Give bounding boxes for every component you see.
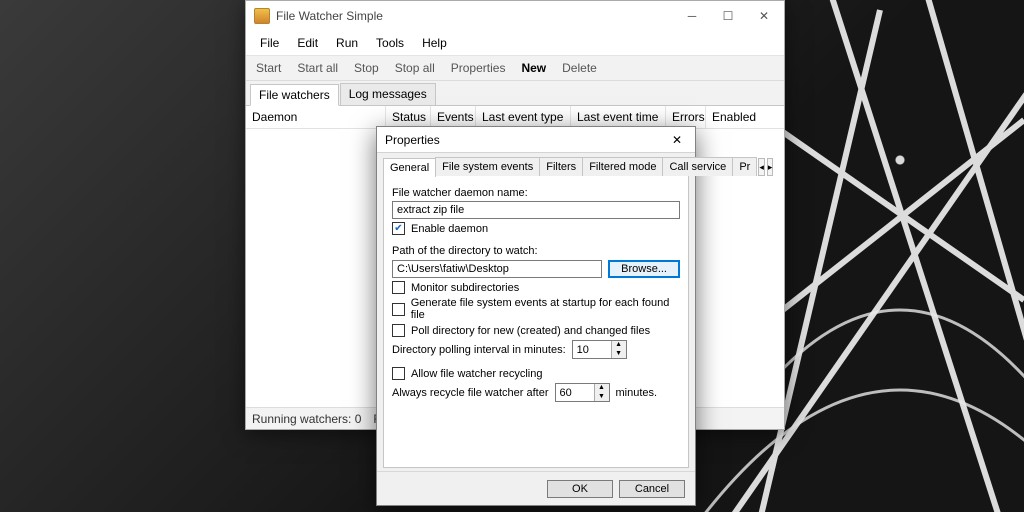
dialog-footer: OK Cancel [377, 471, 695, 505]
menu-tools[interactable]: Tools [368, 33, 412, 53]
maximize-button[interactable]: ☐ [710, 2, 746, 30]
dialog-body: File watcher daemon name: ✔ Enable daemo… [383, 176, 689, 468]
main-tabs: File watchers Log messages [246, 81, 784, 105]
chevron-down-icon[interactable]: ▼ [595, 393, 609, 402]
path-input[interactable] [392, 260, 602, 278]
allow-recycling-label: Allow file watcher recycling [411, 368, 542, 380]
col-events[interactable]: Events [431, 106, 476, 128]
col-last-time[interactable]: Last event time [571, 106, 666, 128]
monitor-sub-checkbox[interactable] [392, 281, 405, 294]
menu-file[interactable]: File [252, 33, 287, 53]
poll-interval-label: Directory polling interval in minutes: [392, 344, 566, 356]
tool-new[interactable]: New [514, 59, 553, 77]
menu-run[interactable]: Run [328, 33, 366, 53]
dialog-tabs: General File system events Filters Filte… [377, 153, 695, 176]
browse-button[interactable]: Browse... [608, 260, 680, 278]
gen-events-label: Generate file system events at startup f… [411, 297, 680, 321]
daemon-name-label: File watcher daemon name: [392, 187, 680, 199]
tool-delete[interactable]: Delete [555, 59, 604, 77]
col-daemon[interactable]: Daemon [246, 106, 386, 128]
window-title: File Watcher Simple [276, 9, 674, 23]
tool-start[interactable]: Start [249, 59, 288, 77]
col-errors[interactable]: Errors [666, 106, 706, 128]
enable-daemon-label: Enable daemon [411, 223, 488, 235]
tab-file-watchers[interactable]: File watchers [250, 84, 339, 106]
menubar: File Edit Run Tools Help [246, 31, 784, 56]
chevron-up-icon[interactable]: ▲ [612, 341, 626, 350]
monitor-sub-label: Monitor subdirectories [411, 282, 519, 294]
dlg-tab-filters[interactable]: Filters [539, 157, 583, 176]
col-enabled[interactable]: Enabled [706, 106, 784, 128]
tab-scroll-left-icon[interactable]: ◂ [758, 158, 765, 176]
tab-scroll-right-icon[interactable]: ▸ [767, 158, 774, 176]
dlg-tab-general[interactable]: General [383, 158, 436, 177]
recycle-after-input[interactable] [556, 384, 594, 401]
menu-edit[interactable]: Edit [289, 33, 326, 53]
recycle-after-unit: minutes. [616, 387, 658, 399]
poll-interval-spinner[interactable]: ▲▼ [572, 340, 627, 359]
recycle-after-spinner[interactable]: ▲▼ [555, 383, 610, 402]
close-button[interactable]: ✕ [746, 2, 782, 30]
dlg-tab-fs-events[interactable]: File system events [435, 157, 540, 176]
poll-interval-input[interactable] [573, 341, 611, 358]
tool-properties[interactable]: Properties [444, 59, 513, 77]
tool-stop[interactable]: Stop [347, 59, 386, 77]
tool-start-all[interactable]: Start all [290, 59, 345, 77]
tab-log-messages[interactable]: Log messages [340, 83, 436, 105]
poll-checkbox[interactable] [392, 324, 405, 337]
status-running: Running watchers: 0 [252, 412, 361, 426]
chevron-down-icon[interactable]: ▼ [612, 350, 626, 359]
poll-label: Poll directory for new (created) and cha… [411, 325, 650, 337]
enable-daemon-checkbox[interactable]: ✔ [392, 222, 405, 235]
gen-events-checkbox[interactable] [392, 303, 405, 316]
cancel-button[interactable]: Cancel [619, 480, 685, 498]
ok-button[interactable]: OK [547, 480, 613, 498]
dlg-tab-filtered-mode[interactable]: Filtered mode [582, 157, 663, 176]
col-status[interactable]: Status [386, 106, 431, 128]
titlebar: File Watcher Simple ─ ☐ ✕ [246, 1, 784, 31]
daemon-name-input[interactable] [392, 201, 680, 219]
menu-help[interactable]: Help [414, 33, 455, 53]
recycle-after-label: Always recycle file watcher after [392, 387, 549, 399]
col-last-type[interactable]: Last event type [476, 106, 571, 128]
app-icon [254, 8, 270, 24]
dlg-tab-call-service[interactable]: Call service [662, 157, 733, 176]
chevron-up-icon[interactable]: ▲ [595, 384, 609, 393]
toolbar: Start Start all Stop Stop all Properties… [246, 56, 784, 81]
path-label: Path of the directory to watch: [392, 245, 680, 257]
properties-dialog: Properties ✕ General File system events … [376, 126, 696, 506]
minimize-button[interactable]: ─ [674, 2, 710, 30]
dialog-close-button[interactable]: ✕ [661, 128, 693, 152]
tool-stop-all[interactable]: Stop all [388, 59, 442, 77]
dlg-tab-more[interactable]: Pr [732, 157, 757, 176]
allow-recycling-checkbox[interactable] [392, 367, 405, 380]
dialog-title: Properties [385, 133, 661, 147]
dialog-titlebar: Properties ✕ [377, 127, 695, 153]
